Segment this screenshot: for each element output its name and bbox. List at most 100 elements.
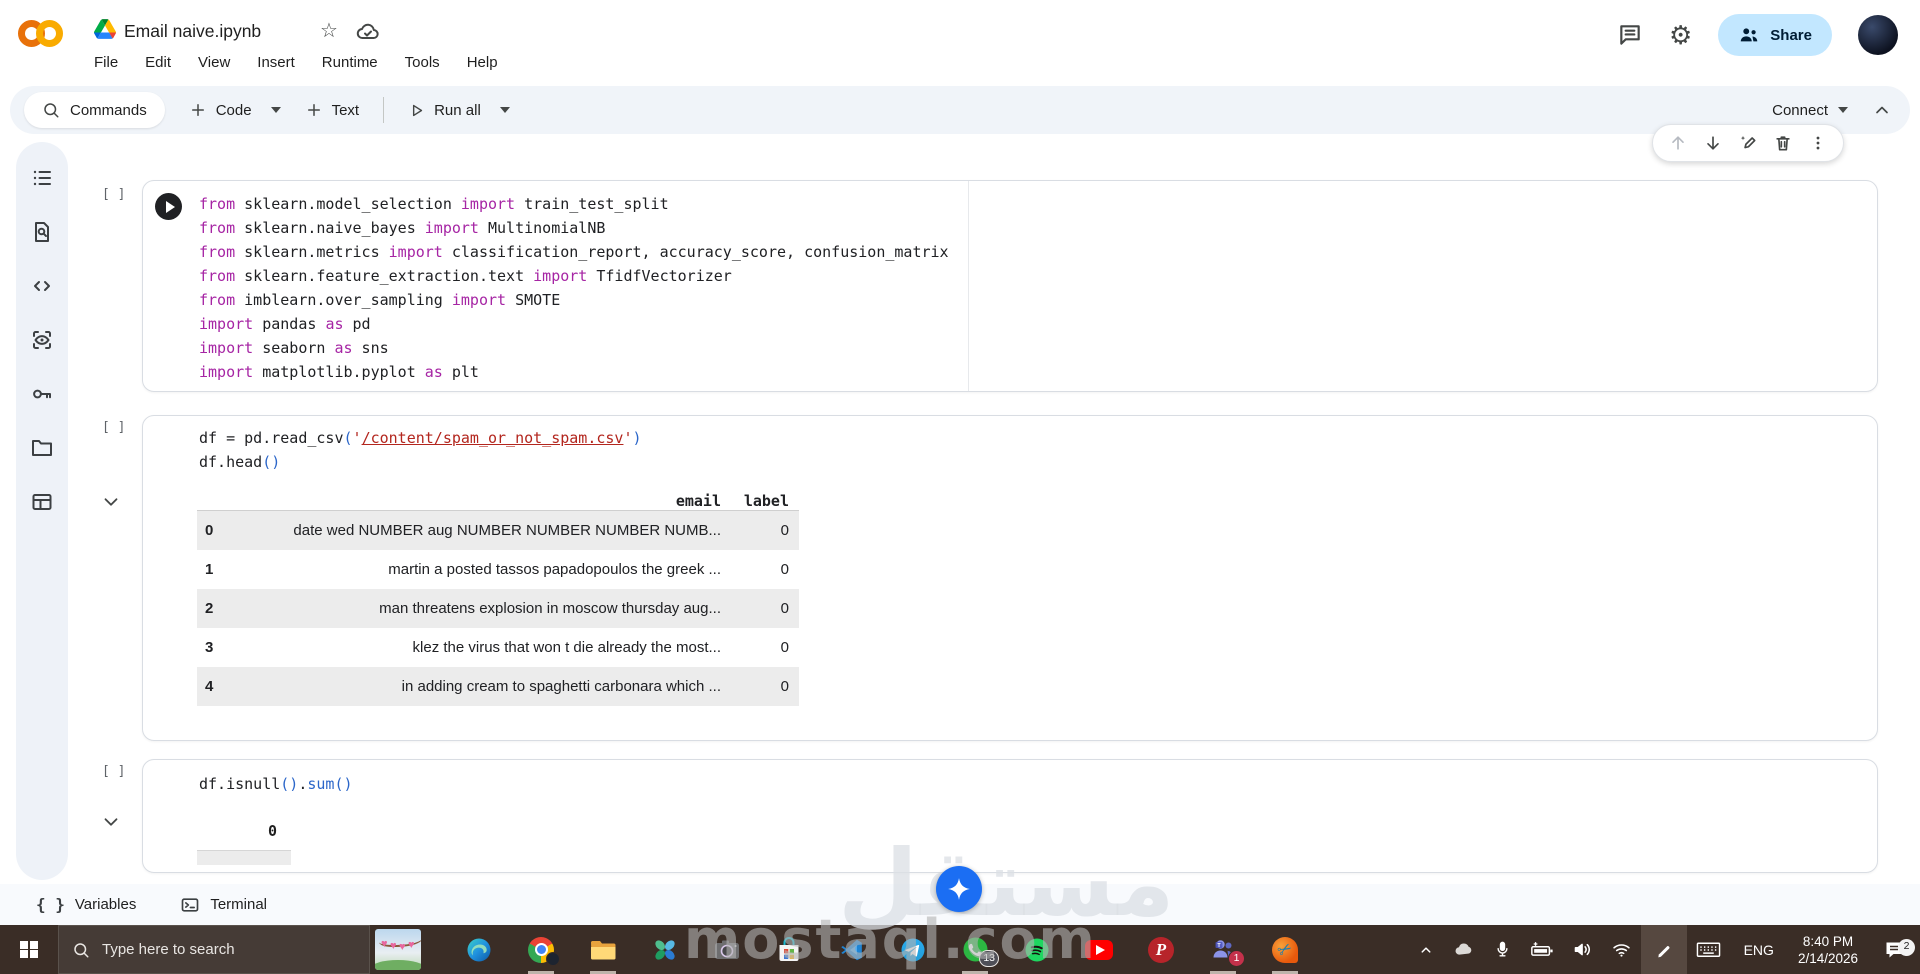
colab-logo-icon[interactable] xyxy=(18,16,70,52)
code-line: import seaborn as sns xyxy=(199,336,949,360)
comments-icon[interactable] xyxy=(1617,22,1643,48)
table-of-contents-icon[interactable] xyxy=(30,166,54,190)
code-snippets-icon[interactable] xyxy=(30,274,54,298)
code-token: /content/spam_or_not_spam.csv xyxy=(361,429,624,447)
microsoft-store-icon[interactable] xyxy=(758,925,820,974)
cloud-saved-icon[interactable] xyxy=(356,20,380,44)
touch-keyboard-icon[interactable] xyxy=(1687,939,1730,960)
menu-insert[interactable]: Insert xyxy=(257,54,295,71)
weather-interests-widget[interactable]: ♥ ♥ ♥ ♥ xyxy=(370,925,426,974)
delete-cell-icon[interactable] xyxy=(1773,133,1793,153)
windows-ink-pen-icon[interactable] xyxy=(1640,925,1687,974)
whatsapp-icon[interactable]: 13 xyxy=(944,925,1006,974)
youtube-icon[interactable] xyxy=(1068,925,1130,974)
gemini-edit-icon[interactable] xyxy=(1738,133,1758,153)
telegram-icon[interactable] xyxy=(882,925,944,974)
chrome-icon[interactable] xyxy=(510,925,572,974)
code-editor[interactable]: from sklearn.model_selection import trai… xyxy=(199,192,949,384)
code-token: ' xyxy=(623,429,633,447)
code-line: from sklearn.feature_extraction.text imp… xyxy=(199,264,949,288)
notebook-title[interactable]: Email naive.ipynb xyxy=(124,21,261,42)
code-line: from sklearn.model_selection import trai… xyxy=(199,192,949,216)
data-table-icon[interactable] xyxy=(30,490,54,514)
code-editor[interactable]: df.isnull().sum() xyxy=(199,772,353,796)
camera-icon[interactable] xyxy=(696,925,758,974)
move-cell-down-icon[interactable] xyxy=(1703,133,1723,153)
menu-help[interactable]: Help xyxy=(467,54,498,71)
collapse-toolbar-icon[interactable] xyxy=(1872,100,1892,120)
table-cell: klez the virus that won t die already th… xyxy=(412,638,721,656)
edge-icon[interactable] xyxy=(448,925,510,974)
code-token: as xyxy=(424,363,443,381)
action-center-button[interactable]: 2 xyxy=(1868,938,1920,962)
tray-chevron-up-icon[interactable] xyxy=(1408,941,1444,959)
file-explorer-icon[interactable] xyxy=(572,925,634,974)
gemini-spark-button[interactable] xyxy=(936,866,982,912)
code-line: from sklearn.metrics import classificati… xyxy=(199,240,949,264)
chevron-down-icon[interactable] xyxy=(499,107,510,113)
menu-tools[interactable]: Tools xyxy=(405,54,440,71)
battery-charging-icon[interactable] xyxy=(1521,940,1563,960)
code-editor[interactable]: df = pd.read_csv('/content/spam_or_not_s… xyxy=(199,426,642,474)
code-token: () xyxy=(280,775,299,793)
more-options-icon[interactable] xyxy=(1808,133,1828,153)
code-line: df.isnull().sum() xyxy=(199,772,353,796)
code-token: as xyxy=(325,315,344,333)
add-text-button[interactable]: Text xyxy=(305,101,359,119)
weather-interests-image: ♥ ♥ ♥ ♥ xyxy=(375,929,421,970)
terminal-button[interactable]: Terminal xyxy=(180,895,267,915)
code-cell-read-csv[interactable]: df = pd.read_csv('/content/spam_or_not_s… xyxy=(142,415,1878,741)
menu-edit[interactable]: Edit xyxy=(145,54,171,71)
user-avatar[interactable] xyxy=(1858,15,1898,55)
teams-icon[interactable]: T 1 xyxy=(1192,925,1254,974)
settings-gear-icon[interactable]: ⚙ xyxy=(1669,22,1692,48)
code-token: () xyxy=(262,453,281,471)
commands-button[interactable]: Commands xyxy=(24,92,165,128)
connect-button[interactable]: Connect xyxy=(1772,102,1848,119)
cell-execution-indicator[interactable]: [ ] xyxy=(102,187,125,202)
start-button[interactable] xyxy=(0,925,58,974)
onedrive-icon[interactable] xyxy=(1444,939,1484,961)
code-token: seaborn xyxy=(253,339,335,357)
collapse-output-icon[interactable] xyxy=(100,491,122,513)
code-cell-isnull-sum[interactable]: df.isnull().sum() 0 xyxy=(142,759,1878,873)
microphone-icon[interactable] xyxy=(1484,940,1521,959)
photos-icon[interactable] xyxy=(634,925,696,974)
menu-file[interactable]: File xyxy=(94,54,118,71)
cell-execution-indicator[interactable]: [ ] xyxy=(102,420,125,435)
share-button[interactable]: Share xyxy=(1718,14,1832,56)
app-header: Email naive.ipynb ☆ File Edit View Inser… xyxy=(0,0,1920,84)
taskbar-search[interactable]: Type here to search xyxy=(58,925,370,974)
find-in-page-icon[interactable] xyxy=(30,220,54,244)
files-folder-icon[interactable] xyxy=(30,436,54,460)
code-token: df.head xyxy=(199,453,263,471)
teams-badge: 1 xyxy=(1228,950,1245,967)
code-cell-imports[interactable]: from sklearn.model_selection import trai… xyxy=(142,180,1878,392)
star-icon[interactable]: ☆ xyxy=(320,18,338,43)
terminal-label: Terminal xyxy=(210,896,268,913)
secrets-key-icon[interactable] xyxy=(30,382,54,406)
wifi-icon[interactable] xyxy=(1602,939,1641,960)
chevron-down-icon[interactable] xyxy=(270,107,281,113)
menu-view[interactable]: View xyxy=(198,54,230,71)
add-code-button[interactable]: Code xyxy=(189,101,281,119)
move-cell-up-icon[interactable] xyxy=(1668,133,1688,153)
run-all-button[interactable]: Run all xyxy=(408,102,510,119)
table-cell: 0 xyxy=(780,560,789,578)
menu-runtime[interactable]: Runtime xyxy=(322,54,378,71)
code-token: from xyxy=(199,195,236,213)
cell-execution-indicator[interactable]: [ ] xyxy=(102,764,125,779)
volume-icon[interactable] xyxy=(1563,939,1602,960)
variables-button[interactable]: { } Variables xyxy=(36,895,136,914)
clipchamp-icon[interactable]: ✂ xyxy=(1254,925,1316,974)
run-cell-button[interactable] xyxy=(155,193,182,220)
language-indicator[interactable]: ENG xyxy=(1730,942,1788,958)
collapse-output-icon[interactable] xyxy=(100,811,122,833)
vscode-icon[interactable] xyxy=(820,925,882,974)
code-token: import xyxy=(199,315,254,333)
pinterest-icon[interactable]: P xyxy=(1130,925,1192,974)
spotify-icon[interactable] xyxy=(1006,925,1068,974)
series-output-row xyxy=(197,850,291,865)
taskbar-clock[interactable]: 8:40 PM 2/14/2026 xyxy=(1788,933,1868,967)
eye-scan-icon[interactable] xyxy=(30,328,54,352)
